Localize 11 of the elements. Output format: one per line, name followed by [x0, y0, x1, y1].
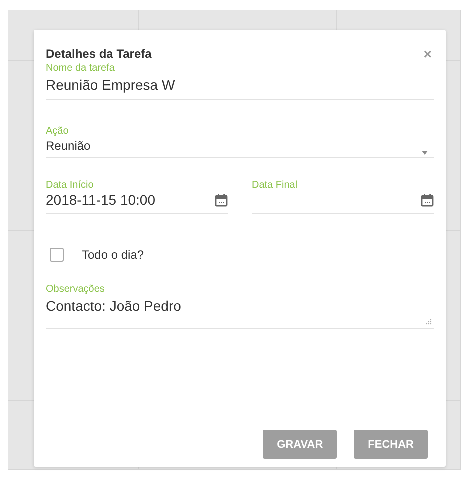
dialog-title: Detalhes da Tarefa: [46, 47, 152, 61]
all-day-label: Todo o dia?: [82, 248, 144, 262]
caret-icon: [422, 151, 428, 155]
resize-grip-icon[interactable]: [426, 319, 432, 325]
action-select[interactable]: Ação Reunião: [46, 126, 434, 158]
calendar-icon[interactable]: [215, 194, 228, 207]
notes-field[interactable]: Observações Contacto: João Pedro: [46, 284, 434, 329]
name-field[interactable]: Nome da tarefa Reunião Empresa W: [46, 63, 434, 100]
calendar-icon[interactable]: [421, 194, 434, 207]
start-date-field[interactable]: Data Início 2018-11-15 10:00: [46, 180, 228, 214]
all-day-checkbox[interactable]: [50, 248, 64, 262]
